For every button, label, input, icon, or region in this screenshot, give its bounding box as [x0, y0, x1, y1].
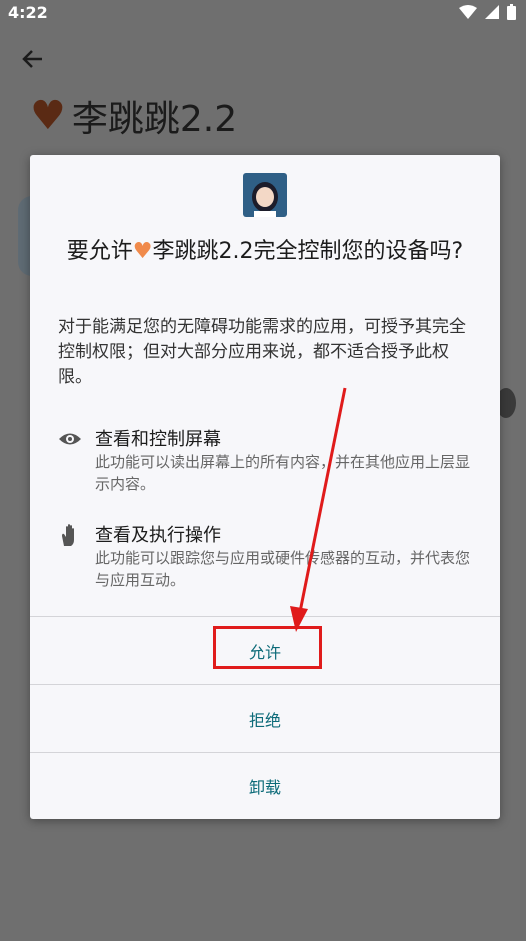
- permission-title: 查看和控制屏幕: [95, 429, 221, 450]
- signal-icon: [485, 5, 499, 19]
- title-suffix: 完全控制您的设备吗?: [253, 239, 464, 264]
- app-title: 李跳跳2.2: [71, 99, 238, 140]
- permission-desc: 此功能可以读出屏幕上的所有内容，并在其他应用上层显示内容。: [95, 453, 471, 493]
- status-time: 4:22: [8, 3, 48, 22]
- heart-icon: ♥: [132, 239, 153, 264]
- uninstall-button[interactable]: 卸载: [30, 753, 500, 819]
- app-avatar-icon: [243, 173, 287, 217]
- battery-icon: [507, 4, 516, 20]
- accessibility-permission-dialog: 要允许♥李跳跳2.2完全控制您的设备吗? 对于能满足您的无障碍功能需求的应用，可…: [30, 155, 500, 819]
- heart-icon: ♥: [30, 93, 66, 139]
- deny-button[interactable]: 拒绝: [30, 686, 500, 752]
- permission-desc: 此功能可以跟踪您与应用或硬件传感器的互动，并代表您与应用互动。: [95, 549, 471, 589]
- divider: [30, 684, 500, 685]
- dialog-description: 对于能满足您的无障碍功能需求的应用，可授予其完全控制权限；但对大部分应用来说，都…: [58, 317, 466, 387]
- title-app-name: 李跳跳2.2: [152, 239, 254, 264]
- page-title: ♥ 李跳跳2.2: [30, 90, 237, 142]
- divider: [30, 616, 500, 617]
- dialog-title: 要允许♥李跳跳2.2完全控制您的设备吗?: [50, 237, 480, 267]
- wifi-icon: [459, 5, 477, 19]
- back-arrow-icon[interactable]: [20, 46, 46, 72]
- hand-icon: [62, 524, 74, 546]
- status-bar: 4:22: [0, 0, 526, 26]
- eye-icon: [59, 433, 81, 445]
- allow-highlight-box: [213, 626, 322, 669]
- title-prefix: 要允许: [66, 239, 133, 264]
- permission-title: 查看及执行操作: [95, 525, 221, 546]
- status-icons: [459, 4, 516, 20]
